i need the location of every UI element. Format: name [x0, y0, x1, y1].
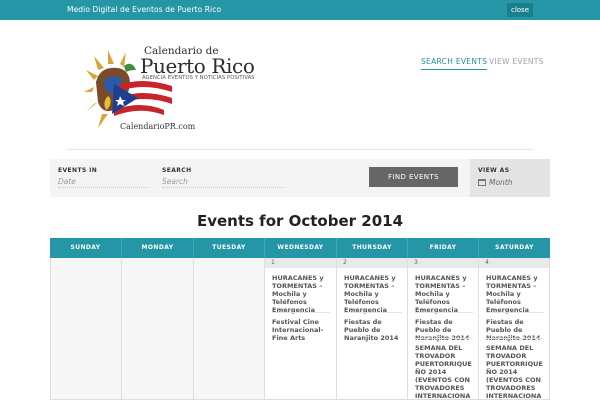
calendar-icon: [478, 179, 486, 186]
event-separator: [486, 338, 544, 339]
calendar-header-row: SUNDAY MONDAY TUESDAY WEDNESDAY THURSDAY…: [50, 238, 550, 258]
events-in-label: EVENTS IN: [58, 167, 98, 174]
find-events-button[interactable]: FIND EVENTS: [369, 167, 458, 187]
event-separator: [272, 312, 330, 313]
day-cell-2: 2 HURACANES y TORMENTAS – Mochila y Telé…: [337, 258, 408, 400]
event-link[interactable]: Festival Cine Internacional-Fine Arts: [272, 318, 330, 342]
day-cell-1: 1 HURACANES y TORMENTAS – Mochila y Telé…: [265, 258, 337, 400]
day-cell-empty: [50, 258, 122, 400]
date-input[interactable]: Date: [58, 176, 148, 188]
logo-tagline: AGENCIA EVENTOS Y NOTICIAS POSITIVAS: [142, 75, 255, 81]
event-link[interactable]: HURACANES y TORMENTAS – Mochila y Teléfo…: [415, 274, 473, 314]
view-as-label: VIEW AS: [478, 167, 510, 174]
view-as-value[interactable]: Month: [489, 178, 513, 187]
event-filter-bar: EVENTS IN Date SEARCH Search FIND EVENTS…: [50, 159, 550, 197]
view-as-selector[interactable]: VIEW AS Month: [470, 159, 550, 197]
announcement-bar: Medio Digital de Eventos de Puerto Rico …: [0, 0, 600, 20]
dayname-saturday: SATURDAY: [495, 244, 534, 251]
header-divider: [67, 149, 533, 150]
day-number[interactable]: 2: [337, 258, 407, 268]
dayname-friday: FRIDAY: [408, 238, 479, 258]
event-link[interactable]: HURACANES y TORMENTAS – Mochila y Teléfo…: [272, 274, 330, 314]
site-logo[interactable]: Calendario de Puerto Rico AGENCIA EVENTO…: [84, 40, 264, 135]
dayname-wednesday: WEDNESDAY: [265, 238, 337, 258]
search-input[interactable]: Search: [162, 176, 284, 188]
day-number[interactable]: 1: [265, 258, 336, 268]
event-link[interactable]: Fiestas de Pueblo de Naranjito 2014: [344, 318, 402, 342]
event-link[interactable]: SEMANA DEL TROVADOR PUERTORRIQUEÑO 2014 …: [415, 344, 473, 400]
page-title: Events for October 2014: [196, 212, 404, 230]
dayname-thursday: THURSDAY: [337, 238, 408, 258]
event-link[interactable]: HURACANES y TORMENTAS – Mochila y Teléfo…: [486, 274, 544, 314]
dayname-monday: MONDAY: [122, 238, 194, 258]
tab-search-events[interactable]: SEARCH EVENTS: [421, 57, 488, 70]
day-cell-empty: [194, 258, 265, 400]
event-link[interactable]: SEMANA DEL TROVADOR PUERTORRIQUEÑO 2014 …: [486, 344, 544, 400]
day-cell-3: 3 HURACANES y TORMENTAS – Mochila y Telé…: [408, 258, 479, 400]
day-cell-empty: [122, 258, 194, 400]
day-cell-4: 4 HURACANES y TORMENTAS – Mochila y Telé…: [479, 258, 550, 400]
event-separator: [344, 312, 402, 313]
announcement-text: Medio Digital de Eventos de Puerto Rico: [67, 5, 222, 14]
search-label: SEARCH: [162, 167, 192, 174]
event-separator: [415, 312, 473, 313]
day-number[interactable]: 3: [408, 258, 478, 268]
logo-domain: CalendarioPR.com: [120, 122, 196, 131]
tab-view-events[interactable]: VIEW EVENTS: [489, 57, 544, 66]
event-separator: [486, 312, 544, 313]
event-link[interactable]: HURACANES y TORMENTAS – Mochila y Teléfo…: [344, 274, 402, 314]
month-calendar: SUNDAY MONDAY TUESDAY WEDNESDAY THURSDAY…: [50, 238, 550, 400]
dayname-sunday: SUNDAY: [50, 238, 122, 258]
dayname-tuesday: TUESDAY: [194, 238, 265, 258]
day-number[interactable]: 4: [479, 258, 549, 268]
event-separator: [415, 338, 473, 339]
close-button[interactable]: close: [507, 3, 533, 17]
